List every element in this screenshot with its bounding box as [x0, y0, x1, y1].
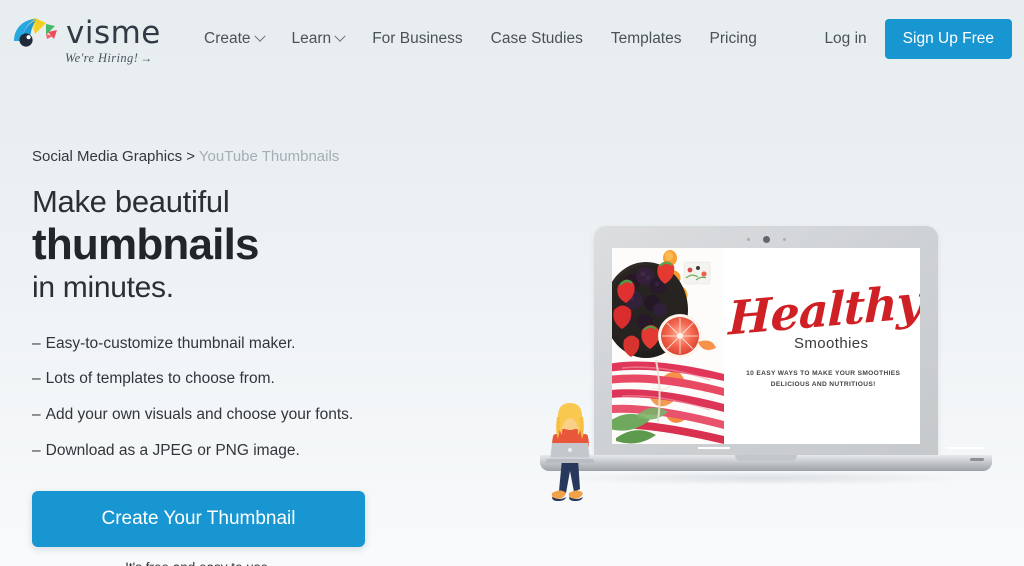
thumbnail-tagline: 10 EASY WAYS TO MAKE YOUR SMOOTHIES DELI…	[746, 369, 900, 391]
login-link[interactable]: Log in	[824, 30, 866, 48]
nav-item-create-label: Create	[204, 30, 251, 47]
site-header: visme We're Hiring! → Create Learn For Bu…	[0, 0, 1024, 78]
thumbnail-tagline-line-2: DELICIOUS AND NUTRITIOUS!	[770, 381, 876, 389]
create-your-thumbnail-button[interactable]: Create Your Thumbnail	[32, 491, 365, 548]
laptop-foot-strip	[946, 447, 984, 449]
headline-line-1: Make beautiful	[32, 184, 230, 219]
breadcrumb-parent[interactable]: Social Media Graphics	[32, 148, 182, 165]
brand-wordmark: visme	[66, 14, 161, 51]
thumbnail-text-panel: Healthy Smoothies 10 EASY WAYS TO MAKE Y…	[724, 248, 920, 444]
headline-line-3: in minutes.	[32, 271, 174, 305]
nav-item-learn[interactable]: Learn	[278, 24, 359, 54]
feature-text: Download as a JPEG or PNG image.	[45, 441, 300, 459]
brand-logo[interactable]: visme We're Hiring! →	[10, 12, 162, 66]
were-hiring-link[interactable]: We're Hiring! →	[65, 51, 153, 66]
laptop-foot-strip	[698, 447, 730, 449]
bullet-dash-icon: –	[32, 370, 41, 388]
primary-nav: Create Learn For Business Case Studies T…	[190, 24, 771, 54]
webcam-icon	[762, 236, 770, 243]
were-hiring-label: We're Hiring!	[65, 51, 139, 65]
arrow-right-icon: →	[140, 51, 153, 65]
page-title: Make beautiful thumbnails in minutes.	[32, 183, 452, 307]
list-item: – Download as a JPEG or PNG image.	[32, 440, 452, 462]
laptop-drop-shadow	[564, 471, 964, 485]
list-item: – Easy-to-customize thumbnail maker.	[32, 333, 452, 355]
visme-chameleon-logo-icon	[10, 14, 62, 50]
thumbnail-food-photo	[612, 248, 724, 444]
bullet-dash-icon: –	[32, 334, 41, 352]
sensor-dot-icon	[746, 238, 750, 241]
person-with-laptop-illustration	[542, 397, 600, 512]
laptop-camera-row	[594, 236, 938, 243]
breadcrumb: Social Media Graphics > YouTube Thumbnai…	[32, 148, 452, 165]
nav-item-learn-label: Learn	[291, 30, 332, 47]
laptop-lid: Healthy Smoothies 10 EASY WAYS TO MAKE Y…	[594, 226, 938, 458]
bullet-dash-icon: –	[32, 441, 41, 459]
breadcrumb-current: YouTube Thumbnails	[198, 148, 340, 165]
breadcrumb-separator: >	[186, 148, 196, 165]
thumbnail-tagline-line-1: 10 EASY WAYS TO MAKE YOUR SMOOTHIES	[746, 370, 901, 378]
nav-item-for-business-label: For Business	[372, 30, 463, 47]
cta-subtext: It's free and easy to use.	[32, 560, 365, 566]
list-item: – Lots of templates to choose from.	[32, 368, 452, 390]
chevron-down-icon	[253, 30, 266, 42]
feature-list: – Easy-to-customize thumbnail maker. – Lot…	[32, 333, 452, 462]
sign-up-free-button[interactable]: Sign Up Free	[884, 19, 1012, 59]
laptop-mockup: Healthy Smoothies 10 EASY WAYS TO MAKE Y…	[520, 222, 1000, 512]
feature-text: Easy-to-customize thumbnail maker.	[45, 334, 296, 352]
laptop-side-port	[970, 458, 984, 461]
laptop-base-notch	[735, 455, 797, 461]
nav-item-create[interactable]: Create	[190, 24, 278, 54]
nav-item-pricing-label: Pricing	[709, 30, 757, 47]
header-actions: Log in Sign Up Free	[824, 19, 1012, 59]
list-item: – Add your own visuals and choose your fo…	[32, 404, 452, 426]
nav-item-for-business[interactable]: For Business	[358, 24, 476, 54]
feature-text: Lots of templates to choose from.	[45, 370, 275, 388]
nav-item-case-studies[interactable]: Case Studies	[477, 24, 597, 54]
hero-content: Social Media Graphics > YouTube Thumbnai…	[32, 148, 452, 566]
nav-item-pricing[interactable]: Pricing	[696, 24, 771, 54]
bullet-dash-icon: –	[32, 406, 41, 424]
chevron-down-icon	[334, 30, 346, 42]
headline-line-2: thumbnails	[32, 219, 259, 269]
logo-row: visme	[10, 14, 161, 50]
nav-item-templates[interactable]: Templates	[597, 24, 696, 54]
laptop-base	[540, 455, 992, 471]
feature-text: Add your own visuals and choose your fon…	[45, 406, 354, 424]
laptop-screen: Healthy Smoothies 10 EASY WAYS TO MAKE Y…	[612, 248, 920, 444]
nav-item-templates-label: Templates	[610, 30, 682, 47]
nav-item-case-studies-label: Case Studies	[490, 30, 583, 47]
sensor-dot-icon	[782, 238, 786, 241]
thumbnail-script-title: Healthy	[727, 274, 920, 346]
